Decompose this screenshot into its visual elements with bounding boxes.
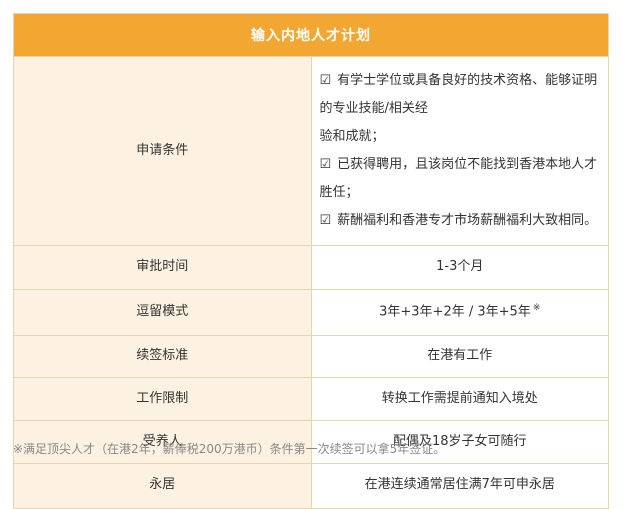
condition-item: ☑ 薪酬福利和香港专才市场薪酬福利大致相同。 — [319, 213, 598, 228]
checkbox-icon: ☑ — [319, 73, 332, 88]
row-value-work-restriction: 转换工作需提前通知入境处 — [311, 377, 608, 421]
checkbox-icon: ☑ — [319, 157, 332, 172]
table-header-row: 输入内地人才计划 — [14, 14, 608, 57]
table-row-conditions: 申请条件 ☑ 有学士学位或具备良好的技术资格、能够证明的专业技能/相关经 验和成就… — [14, 56, 608, 246]
row-value-stay-mode: 3年+3年+2年 / 3年+5年 ※ — [311, 289, 608, 336]
conditions-cell: ☑ 有学士学位或具备良好的技术资格、能够证明的专业技能/相关经 验和成就； ☑ 已获… — [311, 56, 608, 246]
table-row-approval-time: 审批时间 1-3个月 — [14, 245, 608, 290]
row-value-permanent-residence: 在港连续通常居住满7年可申永居 — [311, 463, 608, 508]
table-row-work-restriction: 工作限制 转换工作需提前通知入境处 — [14, 377, 608, 421]
table-title: 输入内地人才计划 — [14, 14, 608, 57]
row-label-permanent-residence: 永居 — [14, 463, 312, 508]
table-row-permanent-residence: 永居 在港连续通常居住满7年可申永居 — [14, 463, 608, 508]
row-label-conditions: 申请条件 — [14, 56, 312, 246]
row-label-renewal: 续签标准 — [14, 335, 312, 378]
talent-scheme-table: 输入内地人才计划 申请条件 ☑ 有学士学位或具备良好的技术资格、能够证明的专业技能… — [13, 13, 609, 509]
condition-item: ☑ 有学士学位或具备良好的技术资格、能够证明的专业技能/相关经 — [319, 73, 598, 116]
row-label-approval-time: 审批时间 — [14, 245, 312, 290]
table-row-stay-mode: 逗留模式 3年+3年+2年 / 3年+5年 ※ — [14, 289, 608, 336]
table-row-renewal: 续签标准 在港有工作 — [14, 335, 608, 378]
condition-item-continuation: 验和成就； — [319, 129, 385, 144]
row-label-stay-mode: 逗留模式 — [14, 289, 312, 336]
row-value-approval-time: 1-3个月 — [311, 245, 608, 290]
footnote-mark: ※ — [532, 303, 541, 314]
footnote: ※满足顶尖人才（在港2年，薪俸税200万港币）条件第一次续签可以拿5年签证。 — [13, 442, 446, 456]
row-label-work-restriction: 工作限制 — [14, 377, 312, 421]
row-value-renewal: 在港有工作 — [311, 335, 608, 378]
condition-item: ☑ 已获得聘用，且该岗位不能找到香港本地人才胜任； — [319, 157, 598, 200]
checkbox-icon: ☑ — [319, 213, 332, 228]
